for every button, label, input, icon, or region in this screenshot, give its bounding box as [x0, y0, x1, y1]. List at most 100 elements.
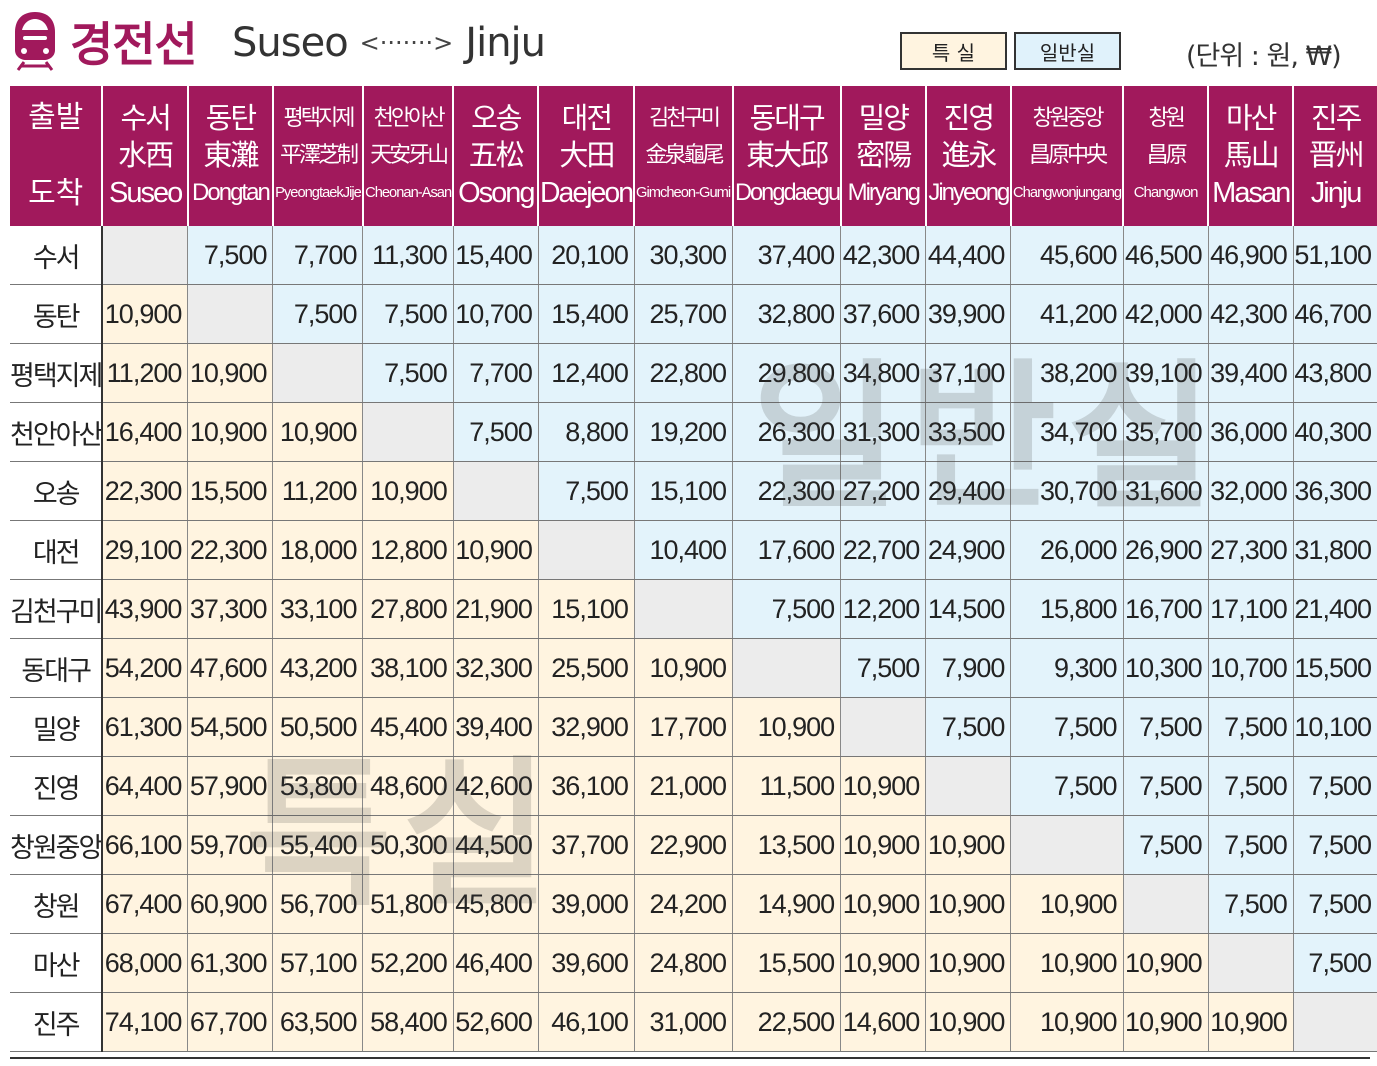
- fare-cell: [1010, 815, 1124, 875]
- fare-cell: 21,900: [452, 579, 539, 639]
- fare-cell: 39,000: [537, 874, 635, 934]
- fare-cell: 31,800: [1292, 520, 1377, 580]
- fare-cell: 64,400: [101, 756, 189, 816]
- station-name-hanja: 五松: [468, 138, 525, 172]
- fare-cell: 13,500: [732, 815, 842, 875]
- fare-cell: 34,700: [1010, 402, 1124, 462]
- row-station-label: 진영: [10, 756, 104, 816]
- fare-cell: 67,700: [187, 992, 274, 1052]
- fare-cell: 7,500: [1122, 756, 1209, 816]
- station-name-kr: 평택지제: [283, 106, 355, 131]
- header: 경전선 Suseo <·······> Jinju 특 실 일반실 (단위 : …: [0, 0, 1377, 86]
- fare-cell: 10,700: [1207, 638, 1294, 698]
- fare-cell: 10,300: [1122, 638, 1209, 698]
- fare-cell: 7,500: [1207, 697, 1294, 757]
- fare-cell: 24,800: [633, 933, 734, 993]
- legend-first-class: 특 실: [900, 32, 1007, 70]
- fare-cell: 31,000: [633, 992, 734, 1052]
- fare-cell: 14,900: [732, 874, 842, 934]
- fare-cell: 22,800: [633, 343, 734, 403]
- station-name-en: Osong: [458, 177, 535, 209]
- fare-cell: 7,500: [1207, 874, 1294, 934]
- station-name-hanja: 馬山: [1223, 138, 1280, 172]
- fare-cell: [101, 226, 189, 285]
- station-name-en: Daejeon: [540, 177, 634, 209]
- fare-cell: 25,700: [633, 284, 734, 344]
- table-row: 진주 74,100 67,700 63,500 58,400 52,600 46,100 31…: [10, 992, 1377, 1052]
- fare-cell: 10,900: [1010, 874, 1124, 934]
- station-name-hanja: 水西: [118, 138, 174, 172]
- fare-cell: 10,900: [1207, 992, 1294, 1052]
- row-station-label: 김천구미: [10, 579, 104, 639]
- fare-cell: 30,300: [633, 226, 734, 285]
- fare-cell: 10,900: [187, 402, 274, 462]
- station-header: 오송 五松 Osong: [452, 86, 539, 226]
- station-header: 진주 晋州 Jinju: [1292, 86, 1377, 226]
- fare-cell: 37,700: [537, 815, 635, 875]
- fare-cell: 50,500: [272, 697, 364, 757]
- fare-cell: 7,700: [452, 343, 539, 403]
- fare-cell: 36,100: [537, 756, 635, 816]
- row-station-label: 마산: [10, 933, 104, 993]
- fare-cell: 15,100: [537, 579, 635, 639]
- fare-cell: 7,500: [1122, 697, 1209, 757]
- table-row: 천안아산 16,400 10,900 10,900 7,500 8,800 19,200 26…: [10, 402, 1377, 462]
- fare-cell: 7,500: [1292, 874, 1377, 934]
- fare-cell: 25,500: [537, 638, 635, 698]
- station-header: 밀양 密陽 Miryang: [839, 86, 926, 226]
- fare-cell: 37,600: [840, 284, 927, 344]
- fare-cell: 32,900: [537, 697, 635, 757]
- fare-cell: 57,900: [187, 756, 274, 816]
- station-name-hanja: 昌原: [1146, 143, 1188, 168]
- fare-cell: [1207, 933, 1294, 993]
- fare-cell: 10,900: [840, 815, 927, 875]
- fare-cell: 46,700: [1292, 284, 1377, 344]
- station-name-hanja: 昌原中央: [1028, 143, 1108, 168]
- fare-cell: 32,000: [1207, 461, 1294, 521]
- fare-cell: 11,300: [362, 226, 454, 285]
- station-name-en: Miryang: [847, 179, 921, 206]
- fare-cell: 18,000: [272, 520, 364, 580]
- station-header: 동대구 東大邱 Dongdaegu: [731, 86, 841, 226]
- row-station-label: 밀양: [10, 697, 104, 757]
- station-name-hanja: 平澤芝制: [279, 143, 359, 168]
- fare-cell: 15,800: [1010, 579, 1124, 639]
- table-row: 밀양 61,300 54,500 50,500 45,400 39,400 32,900 17…: [10, 697, 1377, 757]
- fare-cell: 57,100: [272, 933, 364, 993]
- station-name-en: Jinyeong: [928, 179, 1010, 206]
- fare-cell: 32,800: [732, 284, 842, 344]
- fare-cell: 40,300: [1292, 402, 1377, 462]
- fare-cell: 42,300: [840, 226, 927, 285]
- fare-cell: 59,700: [187, 815, 274, 875]
- station-name-hanja: 進永: [941, 138, 997, 172]
- station-name-en: Dongtan: [192, 179, 271, 206]
- row-station-label: 천안아산: [10, 402, 104, 462]
- fare-cell: [452, 461, 539, 521]
- fare-cell: 41,200: [1010, 284, 1124, 344]
- fare-cell: 7,500: [1292, 933, 1377, 993]
- station-header: 대전 大田 Daejeon: [537, 86, 635, 226]
- route-origin: Suseo: [232, 20, 349, 66]
- fare-cell: 7,500: [1292, 756, 1377, 816]
- station-name-en: Dongdaegu: [734, 179, 841, 206]
- fare-cell: 61,300: [187, 933, 274, 993]
- unit-label: (단위 : 원, ₩): [1186, 41, 1342, 72]
- fare-cell: 37,100: [925, 343, 1012, 403]
- station-header: 천안아산 天安牙山 Cheonan-Asan: [361, 86, 454, 226]
- fare-cell: 43,800: [1292, 343, 1377, 403]
- station-name-hanja: 晋州: [1308, 138, 1365, 172]
- fare-cell: [187, 284, 274, 344]
- fare-cell: 44,500: [452, 815, 539, 875]
- fare-cell: 10,900: [1122, 992, 1209, 1052]
- fare-cell: 10,900: [1010, 933, 1124, 993]
- fare-cell: 10,900: [840, 933, 927, 993]
- fare-cell: 10,900: [840, 756, 927, 816]
- fare-cell: 21,400: [1292, 579, 1377, 639]
- table-row: 오송 22,300 15,500 11,200 10,900 7,500 15,100 22,…: [10, 461, 1377, 521]
- fare-cell: 7,500: [840, 638, 927, 698]
- fare-cell: 10,900: [1010, 992, 1124, 1052]
- train-icon: [15, 12, 55, 71]
- fare-cell: 29,400: [925, 461, 1012, 521]
- row-station-label: 동탄: [10, 284, 104, 344]
- fare-cell: 10,700: [452, 284, 539, 344]
